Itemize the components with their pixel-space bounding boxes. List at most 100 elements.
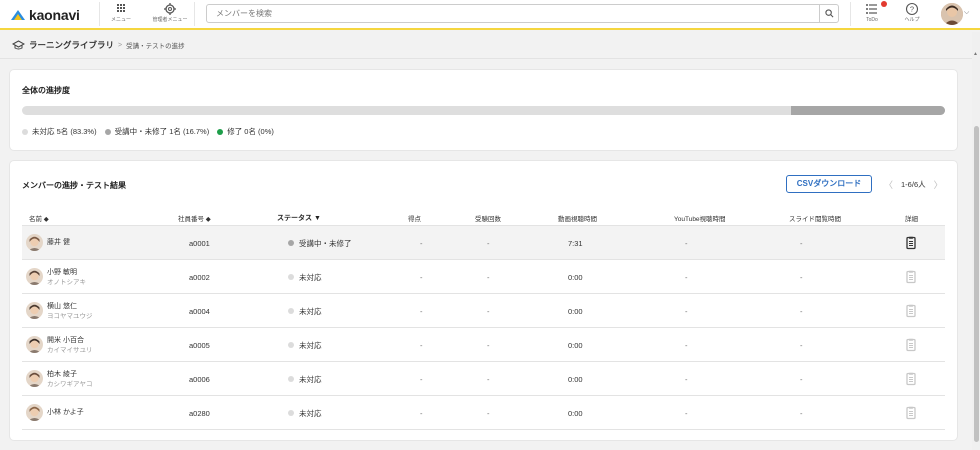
notification-badge bbox=[881, 1, 887, 7]
score-cell: - bbox=[420, 306, 423, 316]
gear-icon bbox=[164, 3, 176, 15]
divider bbox=[194, 2, 195, 26]
employee-number: a0002 bbox=[189, 272, 210, 282]
detail-button[interactable] bbox=[904, 236, 918, 250]
member-avatar[interactable] bbox=[26, 302, 43, 319]
scrollbar-thumb[interactable] bbox=[974, 126, 979, 442]
table-row[interactable]: 藤井 健 a0001 受講中・未修了 - - 7:31 - - bbox=[22, 226, 945, 260]
csv-download-button[interactable]: CSVダウンロード bbox=[786, 175, 872, 193]
search-button[interactable] bbox=[819, 5, 838, 22]
todo-label: ToDo bbox=[866, 17, 878, 23]
column-header-status[interactable]: ステータス ▼ bbox=[277, 213, 321, 223]
member-avatar-image bbox=[26, 404, 43, 421]
status-dot bbox=[288, 274, 294, 280]
member-name-kana: カイマイサユリ bbox=[47, 346, 93, 354]
member-avatar[interactable] bbox=[26, 234, 43, 251]
table-row[interactable]: 小林 かよ子 a0280 未対応 - - 0:00 - - bbox=[22, 396, 945, 430]
breadcrumb-learning-library-link[interactable]: ラーニングライブラリ bbox=[29, 39, 114, 51]
slide-time-cell: - bbox=[800, 272, 803, 282]
detail-button[interactable] bbox=[904, 304, 918, 318]
member-avatar[interactable] bbox=[26, 268, 43, 285]
column-header-name[interactable]: 名前 ◆ bbox=[29, 213, 49, 223]
user-avatar[interactable] bbox=[941, 3, 963, 25]
user-avatar-image bbox=[941, 3, 963, 25]
column-header-attempts: 受験回数 bbox=[475, 216, 501, 223]
column-header-detail: 詳細 bbox=[905, 216, 918, 223]
detail-button[interactable] bbox=[904, 338, 918, 352]
status-cell: 未対応 bbox=[288, 294, 322, 328]
member-name-cell[interactable]: 小野 敏明 オノトシアキ bbox=[47, 260, 86, 294]
member-avatar-image bbox=[26, 268, 43, 285]
table-row[interactable]: 横山 悠仁 ヨコヤマユウジ a0004 未対応 - - 0:00 - - bbox=[22, 294, 945, 328]
video-time-cell: 0:00 bbox=[568, 374, 583, 384]
member-name[interactable]: 横山 悠仁 bbox=[47, 302, 77, 312]
table-row[interactable]: 小野 敏明 オノトシアキ a0002 未対応 - - 0:00 - - bbox=[22, 260, 945, 294]
employee-number: a0001 bbox=[189, 238, 210, 248]
attempts-cell: - bbox=[487, 272, 490, 282]
search-box bbox=[206, 4, 839, 23]
overall-progress-card: 全体の進捗度 未対応 5名 (83.3%) 受講中・未修了 1名 (16.7%)… bbox=[10, 70, 957, 150]
scroll-up-arrow[interactable]: ▲ bbox=[973, 51, 978, 57]
youtube-time-cell: - bbox=[685, 238, 688, 248]
document-icon bbox=[906, 338, 916, 352]
legend-dot bbox=[217, 128, 224, 135]
member-progress-title: メンバーの進捗・テスト結果 bbox=[22, 181, 126, 190]
prev-page-button[interactable]: 〈 bbox=[884, 178, 893, 191]
detail-button[interactable] bbox=[904, 270, 918, 284]
breadcrumb-separator: > bbox=[118, 41, 123, 49]
status-text: 受講中・未修了 bbox=[299, 238, 352, 248]
status-text: 未対応 bbox=[299, 306, 322, 316]
member-avatar[interactable] bbox=[26, 370, 43, 387]
member-name-cell[interactable]: 柏木 綾子 カシワギアヤコ bbox=[47, 362, 93, 396]
detail-button[interactable] bbox=[904, 372, 918, 386]
legend-completed: 修了 0名 (0%) bbox=[217, 126, 274, 137]
status-text: 未対応 bbox=[299, 272, 322, 282]
slide-time-cell: - bbox=[800, 238, 803, 248]
status-cell: 未対応 bbox=[288, 396, 322, 430]
member-avatar[interactable] bbox=[26, 404, 43, 421]
legend-in-progress: 受講中・未修了 1名 (16.7%) bbox=[104, 126, 210, 137]
member-avatar[interactable] bbox=[26, 336, 43, 353]
member-name[interactable]: 藤井 健 bbox=[47, 238, 70, 248]
member-name-cell[interactable]: 開米 小百合 カイマイサユリ bbox=[47, 328, 93, 362]
member-name[interactable]: 小林 かよ子 bbox=[47, 408, 84, 418]
member-name[interactable]: 小野 敏明 bbox=[47, 268, 77, 278]
member-search-input[interactable] bbox=[207, 5, 807, 22]
help-label: ヘルプ bbox=[904, 17, 920, 23]
help-button[interactable]: ? ヘルプ bbox=[893, 2, 931, 27]
member-name-cell[interactable]: 藤井 健 bbox=[47, 226, 70, 260]
help-icon: ? bbox=[905, 2, 919, 16]
employee-number: a0004 bbox=[189, 306, 210, 316]
member-name-cell[interactable]: 小林 かよ子 bbox=[47, 396, 84, 430]
divider bbox=[850, 2, 851, 26]
divider bbox=[0, 58, 972, 59]
youtube-time-cell: - bbox=[685, 374, 688, 384]
member-avatar-image bbox=[26, 234, 43, 251]
slide-time-cell: - bbox=[800, 340, 803, 350]
table-row[interactable]: 柏木 綾子 カシワギアヤコ a0006 未対応 - - 0:00 - - bbox=[22, 362, 945, 396]
admin-menu-button[interactable]: 管理者メニュー bbox=[148, 2, 192, 27]
kaonavi-logo[interactable]: kaonavi bbox=[10, 7, 80, 23]
slide-time-cell: - bbox=[800, 408, 803, 418]
attempts-cell: - bbox=[487, 374, 490, 384]
member-name[interactable]: 柏木 綾子 bbox=[47, 370, 77, 380]
member-name[interactable]: 開米 小百合 bbox=[47, 336, 84, 346]
legend-label: 受講中・未修了 1名 (16.7%) bbox=[114, 127, 210, 136]
score-cell: - bbox=[420, 272, 423, 282]
column-header-employee-no[interactable]: 社員番号 ◆ bbox=[178, 213, 211, 223]
member-name-cell[interactable]: 横山 悠仁 ヨコヤマユウジ bbox=[47, 294, 93, 328]
member-avatar-image bbox=[26, 336, 43, 353]
column-header-youtube-time: YouTube視聴時間 bbox=[674, 216, 726, 223]
top-bar: kaonavi メニュー 管理者メニュー メンバーを検索 ToDo ? ヘルプ … bbox=[0, 0, 980, 30]
search-icon bbox=[824, 9, 833, 18]
detail-button[interactable] bbox=[904, 406, 918, 420]
youtube-time-cell: - bbox=[685, 340, 688, 350]
menu-button[interactable]: メニュー bbox=[102, 2, 140, 27]
overall-progress-bar bbox=[22, 106, 945, 115]
employee-number: a0005 bbox=[189, 340, 210, 350]
member-avatar-image bbox=[26, 302, 43, 319]
member-name-kana: オノトシアキ bbox=[47, 278, 86, 286]
next-page-button[interactable]: 〉 bbox=[934, 178, 943, 191]
table-row[interactable]: 開米 小百合 カイマイサユリ a0005 未対応 - - 0:00 - - bbox=[22, 328, 945, 362]
chevron-down-icon[interactable]: ⌵ bbox=[964, 9, 969, 17]
